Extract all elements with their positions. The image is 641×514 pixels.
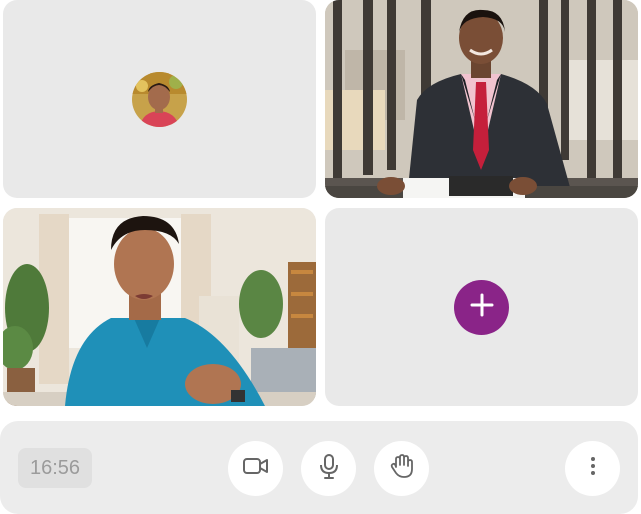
more-options-button[interactable] — [565, 441, 620, 496]
raise-hand-button[interactable] — [374, 441, 429, 496]
camera-toggle-button[interactable] — [228, 441, 283, 496]
avatar — [132, 72, 187, 127]
microphone-icon — [318, 453, 340, 484]
add-participant-tile — [325, 208, 638, 406]
participant-video-feed — [3, 208, 316, 406]
participant-video-tile[interactable] — [3, 208, 316, 406]
raise-hand-icon — [390, 453, 414, 484]
participant-tile-avatar[interactable] — [3, 0, 316, 198]
microphone-toggle-button[interactable] — [301, 441, 356, 496]
plus-icon — [470, 293, 494, 322]
more-vertical-icon — [590, 456, 596, 481]
participant-video-feed — [325, 0, 638, 198]
video-camera-icon — [242, 455, 270, 482]
call-clock: 16:56 — [18, 448, 92, 488]
call-control-bar: 16:56 — [0, 421, 638, 514]
participant-video-tile[interactable] — [325, 0, 638, 198]
add-participant-button[interactable] — [454, 280, 509, 335]
